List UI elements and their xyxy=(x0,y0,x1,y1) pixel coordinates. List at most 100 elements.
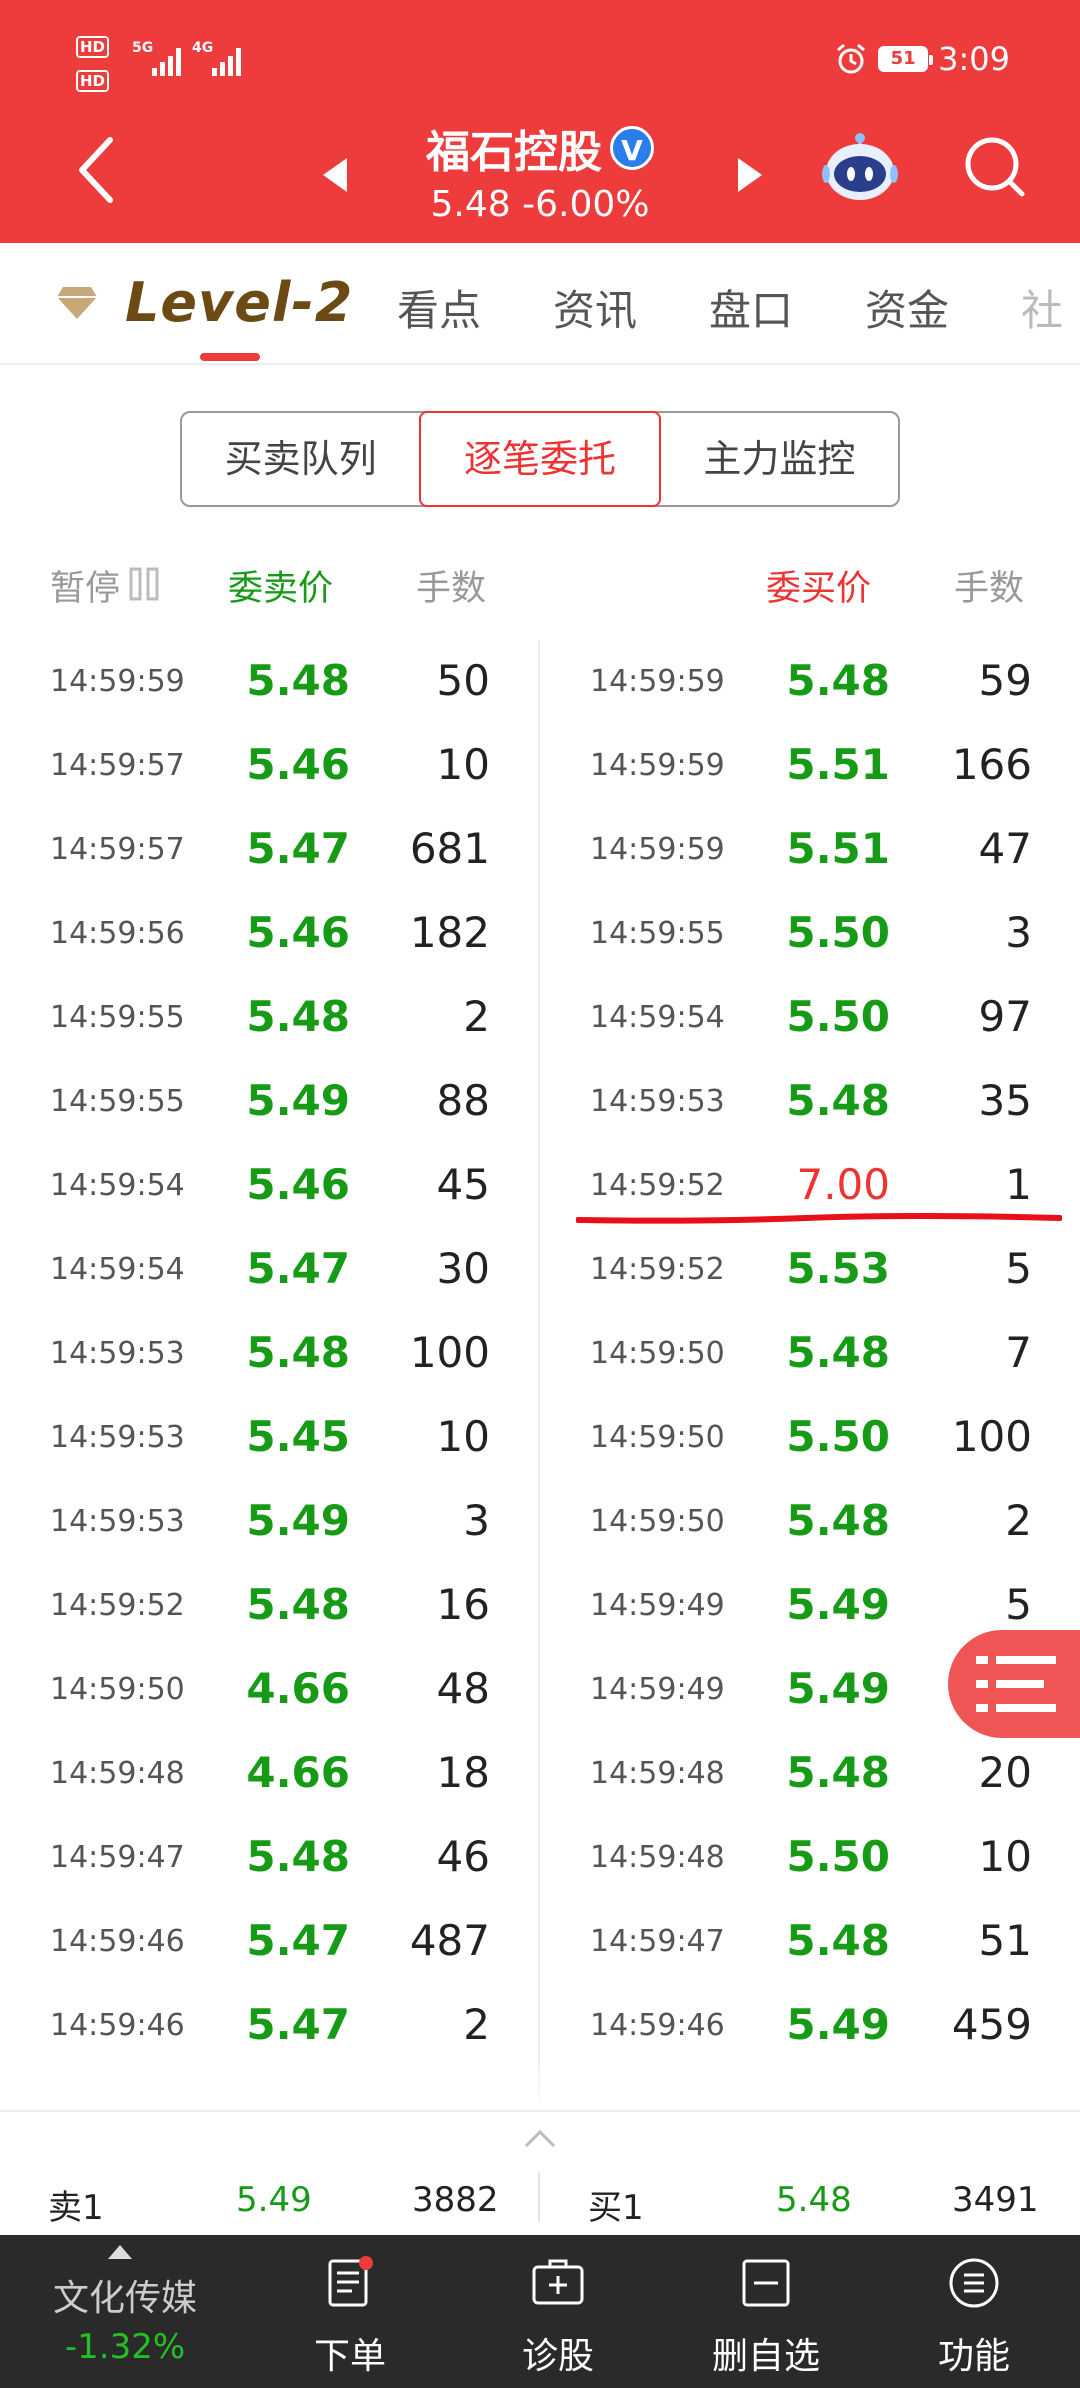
stock-price-line: 5.48 -6.00% xyxy=(380,184,700,225)
sell-price-header: 委卖价 xyxy=(228,569,334,609)
buy-qty: 1 xyxy=(1005,1160,1032,1209)
expand-arrow-icon xyxy=(108,2245,132,2259)
sell-price: 5.46 xyxy=(246,1160,350,1209)
table-row: 14:59:53 5.48 100 14:59:50 5.48 7 xyxy=(0,1314,1080,1398)
signal-bars-icon xyxy=(152,42,181,76)
sell-qty: 182 xyxy=(409,908,490,957)
buy-time: 14:59:46 xyxy=(590,2008,725,2043)
sell-price: 5.46 xyxy=(246,740,350,789)
sell-time: 14:59:53 xyxy=(50,1420,185,1455)
tab-highlights[interactable]: 看点 xyxy=(397,277,481,338)
nav-functions-button[interactable]: 功能 xyxy=(874,2235,1074,2388)
quote-divider xyxy=(538,2172,540,2222)
buy-qty: 100 xyxy=(951,1412,1032,1461)
sell-price: 5.46 xyxy=(246,908,350,957)
order-icon xyxy=(328,2256,373,2307)
buy-price: 5.48 xyxy=(786,656,890,705)
sell-qty: 2 xyxy=(463,2000,490,2049)
sell-price: 5.48 xyxy=(246,1832,350,1881)
tab-order-book[interactable]: 盘口 xyxy=(709,277,793,338)
bottom-nav: 文化传媒 -1.32% 下单 诊股 删自选 功能 xyxy=(0,2235,1080,2388)
floating-list-button[interactable] xyxy=(948,1630,1080,1738)
nav-remove-watchlist-button[interactable]: 删自选 xyxy=(666,2235,866,2388)
buy-price-header: 委买价 xyxy=(766,569,872,609)
buy-price: 5.49 xyxy=(786,1580,890,1629)
prev-stock-icon[interactable] xyxy=(315,150,355,200)
sell-time: 14:59:47 xyxy=(50,1840,185,1875)
segment-queue[interactable]: 买卖队列 xyxy=(182,413,419,505)
buy-qty: 7 xyxy=(1005,1328,1032,1377)
table-row: 14:59:52 5.48 16 14:59:49 5.49 5 xyxy=(0,1566,1080,1650)
sell-time: 14:59:46 xyxy=(50,2008,185,2043)
status-bar: HD HD 5G 4G 51 3:09 xyxy=(0,0,1080,120)
table-row: 14:59:53 5.45 10 14:59:50 5.50 100 xyxy=(0,1398,1080,1482)
sell-time: 14:59:50 xyxy=(50,1672,185,1707)
buy-price: 5.50 xyxy=(786,1412,890,1461)
buy-qty: 5 xyxy=(1005,1580,1032,1629)
tab-community[interactable]: 社 xyxy=(1021,277,1063,338)
table-row: 14:59:57 5.47 681 14:59:59 5.51 47 xyxy=(0,810,1080,894)
next-stock-icon[interactable] xyxy=(730,150,770,200)
sell-qty: 48 xyxy=(436,1664,490,1713)
table-fade-overlay xyxy=(0,2060,1080,2110)
buy-qty: 3 xyxy=(1005,908,1032,957)
pause-label[interactable]: 暂停 xyxy=(50,560,120,611)
sell-qty: 487 xyxy=(409,1916,490,1965)
buy-qty: 459 xyxy=(951,2000,1032,2049)
buy-price: 5.49 xyxy=(786,1664,890,1713)
chevron-up-icon[interactable] xyxy=(520,2126,560,2150)
sell-qty: 10 xyxy=(436,740,490,789)
buy-time: 14:59:52 xyxy=(590,1168,725,1203)
nav-order-button[interactable]: 下单 xyxy=(250,2235,450,2388)
buy-time: 14:59:59 xyxy=(590,748,725,783)
sell-time: 14:59:55 xyxy=(50,1000,185,1035)
buy-time: 14:59:54 xyxy=(590,1000,725,1035)
sell-price: 5.48 xyxy=(246,656,350,705)
sell-qty: 30 xyxy=(436,1244,490,1293)
sell-time: 14:59:53 xyxy=(50,1504,185,1539)
sell-price: 5.47 xyxy=(246,824,350,873)
sell-qty: 10 xyxy=(436,1412,490,1461)
ask1-label: 卖1 xyxy=(48,2188,104,2228)
buy-time: 14:59:59 xyxy=(590,832,725,867)
bid1-label: 买1 xyxy=(588,2188,644,2228)
nav-diagnose-button[interactable]: 诊股 xyxy=(458,2235,658,2388)
sell-time: 14:59:48 xyxy=(50,1756,185,1791)
best-quote-bar[interactable]: 卖1 5.49 3882 买1 5.48 3491 xyxy=(0,2110,1080,2237)
sell-qty: 18 xyxy=(436,1748,490,1797)
table-row: 14:59:56 5.46 182 14:59:55 5.50 3 xyxy=(0,894,1080,978)
index-ticker[interactable]: 文化传媒 -1.32% xyxy=(0,2235,250,2388)
nav-remove-watchlist-label: 删自选 xyxy=(711,2336,820,2377)
sell-qty: 16 xyxy=(436,1580,490,1629)
buy-price: 5.50 xyxy=(786,908,890,957)
tab-funds[interactable]: 资金 xyxy=(865,277,949,338)
tab-level2[interactable]: Level-2 xyxy=(55,271,353,334)
buy-qty-header: 手数 xyxy=(954,569,1025,609)
buy-price: 5.48 xyxy=(786,1328,890,1377)
buy-time: 14:59:50 xyxy=(590,1420,725,1455)
search-icon[interactable] xyxy=(960,132,1030,202)
ticker-name: 文化传媒 xyxy=(52,2278,197,2319)
segment-main-monitor[interactable]: 主力监控 xyxy=(661,413,898,505)
clock-time: 3:09 xyxy=(938,40,1010,78)
hd-badge-1: HD xyxy=(76,36,110,58)
battery-indicator: 51 xyxy=(878,46,934,72)
buy-price: 5.50 xyxy=(786,992,890,1041)
table-row: 14:59:59 5.48 50 14:59:59 5.48 59 xyxy=(0,642,1080,726)
tab-news[interactable]: 资讯 xyxy=(553,277,637,338)
buy-time: 14:59:53 xyxy=(590,1084,725,1119)
sell-time: 14:59:54 xyxy=(50,1252,185,1287)
pause-icon[interactable] xyxy=(128,566,160,602)
tab-level2-label: Level-2 xyxy=(125,271,354,334)
robot-assistant-icon[interactable] xyxy=(820,128,900,208)
sell-price: 5.48 xyxy=(246,992,350,1041)
back-arrow-icon[interactable] xyxy=(60,130,140,210)
segment-tick-orders[interactable]: 逐笔委托 xyxy=(419,411,661,507)
buy-time: 14:59:49 xyxy=(590,1588,725,1623)
buy-qty: 2 xyxy=(1005,1496,1032,1545)
buy-price: 5.50 xyxy=(786,1832,890,1881)
table-row: 14:59:55 5.48 2 14:59:54 5.50 97 xyxy=(0,978,1080,1062)
sell-qty-header: 手数 xyxy=(416,569,487,609)
table-row: 14:59:48 4.66 18 14:59:48 5.48 20 xyxy=(0,1734,1080,1818)
sell-price: 5.47 xyxy=(246,1244,350,1293)
